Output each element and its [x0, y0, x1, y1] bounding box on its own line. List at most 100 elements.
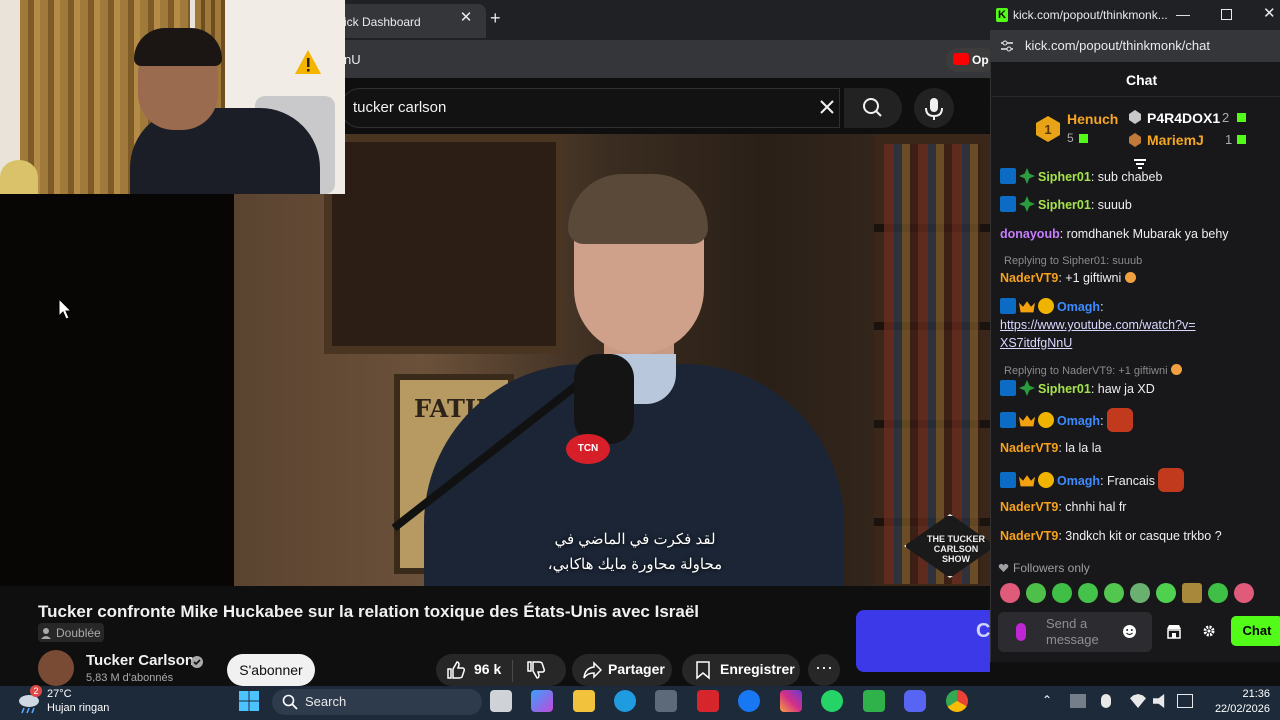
emoji-picker-icon[interactable] — [1122, 624, 1137, 639]
weather-temperature[interactable]: 27°C — [47, 688, 72, 700]
clock-date[interactable]: 22/02/2026 — [1208, 703, 1270, 715]
like-count[interactable]: 96 k — [474, 661, 501, 677]
search-button[interactable] — [844, 88, 902, 128]
subscribe-button[interactable]: S'abonner — [227, 654, 315, 686]
search-query[interactable]: tucker carlson — [353, 99, 446, 116]
followers-only-notice: Followers only — [1013, 561, 1090, 575]
kick-favicon-icon: K — [996, 8, 1008, 22]
chat-username[interactable]: NaderVT9 — [1000, 441, 1058, 455]
app-l-icon[interactable] — [697, 690, 719, 712]
chat-message: Sipher01: suuub — [1000, 196, 1270, 214]
send-chat-button[interactable]: Chat — [1231, 616, 1280, 646]
emote-pepe-hmm-icon[interactable] — [1104, 583, 1124, 603]
minimize-icon[interactable]: — — [1176, 6, 1192, 22]
chat-username[interactable]: Omagh — [1057, 414, 1100, 428]
microphone-icon[interactable] — [1016, 623, 1026, 641]
reply-context[interactable]: Replying to Sipher01: suuub — [1004, 254, 1270, 268]
chat-username[interactable]: Omagh — [1057, 474, 1100, 488]
moderator-badge-icon — [1000, 472, 1016, 488]
new-tab-icon[interactable]: + — [490, 8, 510, 28]
battery-icon[interactable] — [1177, 694, 1193, 708]
webcam-object — [0, 160, 38, 194]
chat-message: NaderVT9: +1 giftiwni — [1000, 269, 1270, 287]
tab-title: ick Dashboard — [344, 15, 421, 29]
maximize-icon[interactable] — [1221, 9, 1232, 20]
reply-context[interactable]: Replying to NaderVT9: +1 giftiwni — [1004, 364, 1270, 378]
store-icon[interactable] — [1166, 624, 1182, 639]
moderator-badge-icon — [1000, 380, 1016, 396]
show-hidden-icons[interactable]: ⌃ — [1042, 693, 1056, 707]
windows-start-icon[interactable] — [238, 690, 260, 712]
video-player[interactable]: FATIM TCN THE TUCKER CARLSON SHOW — [234, 134, 990, 586]
network-off-icon[interactable] — [1070, 694, 1086, 708]
taskbar — [0, 686, 1280, 720]
task-view-icon[interactable] — [490, 690, 512, 712]
chat-username[interactable]: donayoub — [1000, 227, 1060, 241]
chat-text: : haw ja XD — [1090, 382, 1155, 396]
taskbar-search[interactable] — [272, 689, 482, 715]
chat-link[interactable]: https://www.youtube.com/watch?v=XS7itdfg… — [1000, 316, 1200, 352]
subscriber-badge-icon — [1019, 196, 1035, 212]
channel-name[interactable]: Tucker Carlson — [86, 652, 194, 669]
instagram-icon[interactable] — [780, 690, 802, 712]
header-divider — [990, 96, 1280, 97]
whatsapp-icon[interactable] — [821, 690, 843, 712]
chrome-icon[interactable] — [946, 690, 968, 712]
microphone-icon[interactable] — [1101, 694, 1111, 708]
more-actions-button[interactable]: ··· — [808, 654, 840, 686]
emote-frog-icon[interactable] — [1026, 583, 1046, 603]
discord-icon[interactable] — [904, 690, 926, 712]
chat-username[interactable]: Sipher01 — [1038, 382, 1091, 396]
emote-clown-2-icon[interactable] — [1234, 583, 1254, 603]
facebook-icon[interactable] — [738, 690, 760, 712]
emote-pepe-wave-icon[interactable] — [1156, 583, 1176, 603]
dubbed-icon — [40, 626, 54, 640]
chat-username[interactable]: Omagh — [1057, 300, 1100, 314]
chat-text: : 3ndkch kit or casque trkbo ? — [1058, 529, 1222, 543]
vip-crown-badge-icon — [1019, 415, 1035, 427]
channel-avatar[interactable] — [38, 650, 74, 686]
chat-username[interactable]: NaderVT9 — [1000, 529, 1058, 543]
tab-close-icon[interactable]: ✕ — [458, 10, 474, 26]
chat-username[interactable]: Sipher01 — [1038, 198, 1091, 212]
weather-description[interactable]: Hujan ringan — [47, 702, 109, 714]
app-green-icon[interactable] — [863, 690, 885, 712]
copilot-m365-icon[interactable] — [531, 690, 553, 712]
chat-message: Sipher01: haw ja XD — [1000, 380, 1270, 398]
file-explorer-icon[interactable] — [573, 690, 595, 712]
address-text[interactable]: nU — [344, 52, 361, 67]
chat-input-placeholder[interactable]: Send a message — [1046, 616, 1116, 648]
emote-pepe-smile-icon[interactable] — [1208, 583, 1228, 603]
chat-username[interactable]: NaderVT9 — [1000, 271, 1058, 285]
emote-pepe-laugh-icon[interactable] — [1078, 583, 1098, 603]
dislike-icon[interactable] — [526, 660, 546, 680]
clock-time[interactable]: 21:36 — [1212, 688, 1270, 700]
emote-face-icon[interactable] — [1182, 583, 1202, 603]
leaderboard-count-1: 5 — [1067, 131, 1074, 145]
like-icon[interactable] — [446, 660, 466, 680]
leaderboard-user-3[interactable]: MariemJ — [1147, 132, 1204, 148]
smile-emote-icon — [1124, 272, 1136, 283]
warning-icon — [294, 48, 322, 76]
taskbar-search-label: Search — [305, 694, 347, 709]
promo-panel[interactable] — [856, 610, 990, 672]
emote-clown-icon[interactable] — [1000, 583, 1020, 603]
emote-pepe-icon[interactable] — [1052, 583, 1072, 603]
kick-url[interactable]: kick.com/popout/thinkmonk/chat — [1025, 38, 1210, 53]
gear-icon[interactable] — [1202, 624, 1216, 638]
chat-username[interactable]: Sipher01 — [1038, 170, 1091, 184]
clear-search-icon[interactable] — [816, 96, 838, 118]
chat-message: Sipher01: sub chabeb — [1000, 168, 1270, 186]
voice-search-button[interactable] — [914, 88, 954, 128]
chat-username[interactable]: NaderVT9 — [1000, 500, 1058, 514]
edge-browser-icon[interactable] — [614, 690, 636, 712]
site-settings-icon[interactable] — [1000, 40, 1014, 52]
youtube-logo-icon — [953, 53, 969, 65]
chat-text: : romdhanek Mubarak ya behy — [1059, 227, 1229, 241]
leaderboard-user-2[interactable]: P4R4DOX1 — [1147, 110, 1220, 126]
vip-crown-badge-icon — [1019, 301, 1035, 313]
leaderboard-user-1[interactable]: Henuch — [1067, 111, 1118, 127]
close-icon[interactable]: ✕ — [1263, 6, 1276, 22]
microsoft-store-icon[interactable] — [655, 690, 677, 712]
emote-pepe-cry-icon[interactable] — [1130, 583, 1150, 603]
